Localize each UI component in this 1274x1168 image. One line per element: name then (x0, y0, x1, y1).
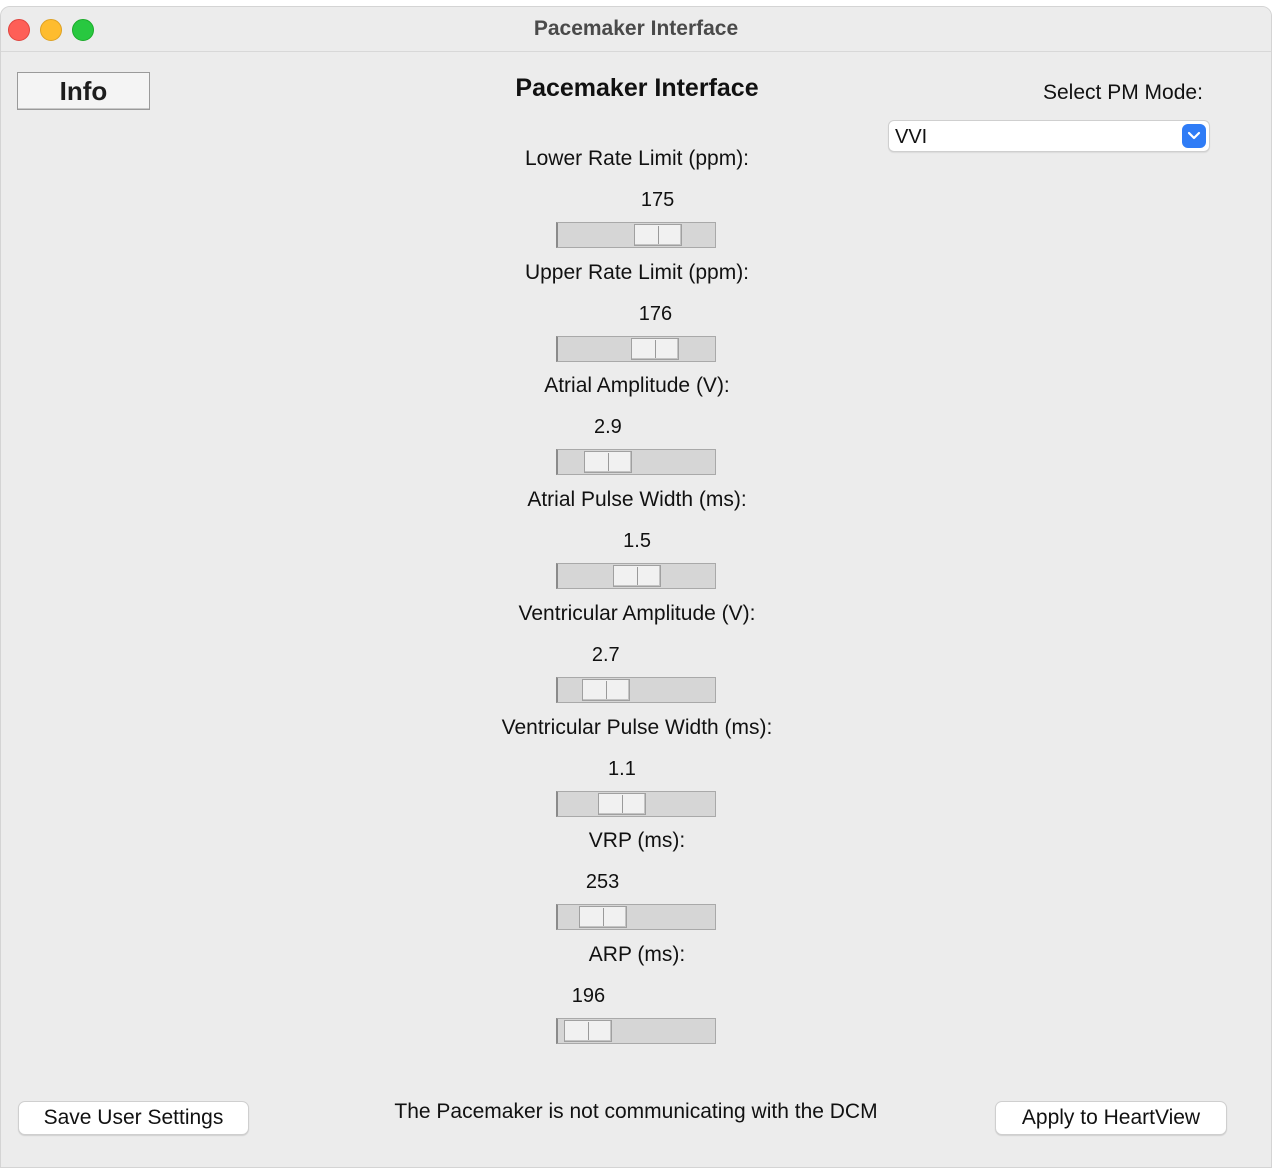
title-bar: Pacemaker Interface (1, 7, 1271, 52)
param-slider[interactable] (556, 563, 716, 590)
param-label: Lower Rate Limit (ppm): (524, 147, 750, 170)
apply-to-heartview-button[interactable]: Apply to HeartView (995, 1101, 1227, 1135)
param-slider[interactable] (556, 904, 716, 931)
slider-value: 2.7 (591, 643, 620, 666)
param-label: Ventricular Amplitude (V): (518, 601, 756, 625)
param-label: ARP (ms): (588, 942, 686, 966)
mode-selected-value: VVI (895, 126, 928, 148)
param-slider[interactable] (556, 1017, 716, 1044)
param-label: Atrial Amplitude (V): (544, 374, 730, 398)
param-label: Upper Rate Limit (ppm): (524, 260, 750, 284)
param-slider[interactable] (556, 222, 716, 248)
slider-value: 253 (585, 871, 620, 894)
slider-value: 2.9 (594, 416, 622, 439)
slider-thumb[interactable] (578, 906, 627, 929)
slider-thumb[interactable] (631, 337, 680, 360)
slider-value: 176 (638, 302, 673, 325)
app-window: Pacemaker Interface Info Pacemaker Inter… (0, 6, 1272, 1168)
param-label: Atrial Pulse Width (ms): (527, 488, 747, 512)
slider-value: 175 (640, 189, 675, 211)
slider-value: 1.5 (623, 530, 651, 553)
slider-thumb[interactable] (633, 224, 682, 246)
slider-thumb[interactable] (613, 565, 662, 588)
window-title: Pacemaker Interface (533, 17, 739, 40)
param-label: VRP (ms): (588, 829, 686, 853)
slider-thumb[interactable] (583, 451, 632, 474)
param-slider[interactable] (556, 790, 716, 817)
param-slider[interactable] (556, 676, 716, 703)
mode-label: Select PM Mode: (1043, 81, 1203, 104)
param-slider[interactable] (556, 335, 716, 362)
param-label: Ventricular Pulse Width (ms): (501, 715, 773, 739)
slider-thumb[interactable] (597, 792, 646, 815)
slider-thumb[interactable] (581, 678, 630, 701)
slider-value: 196 (571, 984, 606, 1007)
param-slider[interactable] (556, 449, 716, 476)
slider-thumb[interactable] (564, 1019, 613, 1042)
slider-value: 1.1 (608, 757, 636, 780)
chevron-down-icon[interactable] (1182, 124, 1206, 148)
